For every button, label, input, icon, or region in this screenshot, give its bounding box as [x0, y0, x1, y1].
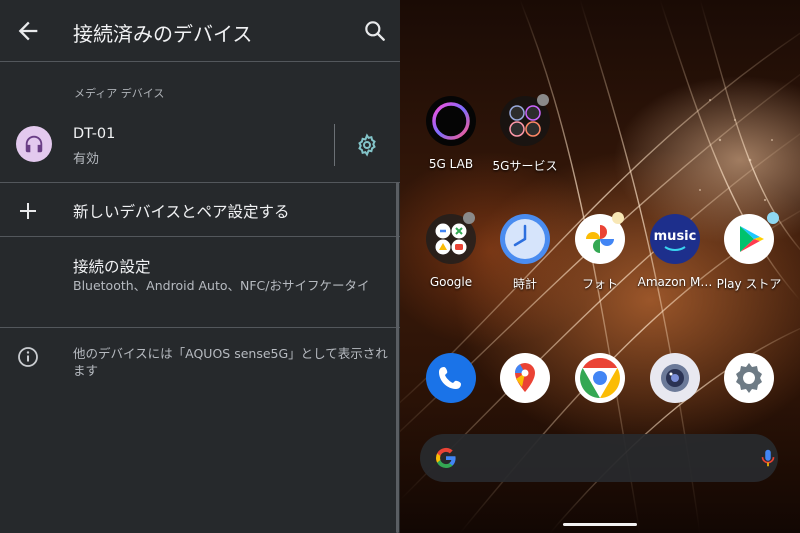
device-name: DT-01 [73, 126, 116, 142]
icon-text: music [653, 229, 697, 244]
back-arrow-icon[interactable] [14, 17, 42, 45]
dock-camera[interactable] [637, 353, 713, 403]
scrollbar[interactable] [396, 182, 399, 533]
camera-icon [650, 353, 700, 403]
search-icon[interactable] [362, 18, 388, 44]
app-clock[interactable]: 時計 [487, 214, 563, 292]
badge-dot [612, 212, 624, 224]
dock-maps[interactable] [487, 353, 563, 403]
divider [0, 61, 400, 62]
app-label: 5Gサービス [492, 159, 558, 173]
google-search-bar[interactable] [420, 434, 778, 482]
divider [0, 236, 400, 237]
folder-google[interactable]: Google [413, 212, 489, 289]
top-app-bar: 接続済みのデバイス [0, 0, 400, 62]
dock-settings[interactable] [711, 353, 787, 403]
app-label: 5G LAB [428, 157, 474, 171]
device-settings-gear-icon[interactable] [355, 133, 379, 157]
maps-icon [500, 353, 550, 403]
divider [0, 182, 400, 183]
dock-chrome[interactable] [562, 353, 638, 403]
device-visibility-info: 他のデバイスには「AQUOS sense5G」として表示されます [73, 346, 388, 378]
device-status: 有効 [73, 152, 100, 167]
app-label: Amazon M… [637, 275, 713, 289]
app-amazon-music[interactable]: music Amazon M… [637, 214, 713, 289]
folder-5g-services[interactable]: 5Gサービス [487, 94, 563, 174]
phone-icon [426, 353, 476, 403]
gesture-navigation-bar[interactable] [563, 523, 637, 526]
divider [0, 327, 400, 328]
page-title: 接続済みのデバイス [73, 22, 253, 46]
vertical-separator [334, 124, 335, 166]
microphone-icon[interactable] [757, 447, 779, 469]
app-label: Google [429, 275, 473, 289]
plus-icon [20, 203, 36, 219]
badge-dot [463, 212, 475, 224]
app-label: フォト [581, 277, 618, 291]
settings-panel: 接続済みのデバイス メディア デバイス DT-01 有効 新しいデバイスとペア設… [0, 0, 400, 533]
ring-icon [426, 96, 476, 146]
pair-new-device-label: 新しいデバイスとペア設定する [73, 203, 290, 221]
app-label: Play ストア [716, 277, 782, 291]
google-logo-icon [435, 447, 456, 469]
device-avatar [16, 126, 52, 162]
amazon-music-icon: music [650, 214, 700, 264]
chrome-icon [575, 353, 625, 403]
info-icon [18, 347, 38, 367]
home-screen: 5G LAB 5Gサービス Google 時計 フォト music Amazon… [400, 0, 800, 533]
section-header-media-devices: メディア デバイス [74, 87, 165, 100]
connection-preferences-title: 接続の設定 [73, 258, 151, 276]
badge-dot [767, 212, 779, 224]
clock-icon [500, 214, 550, 264]
badge-dot [537, 94, 549, 106]
app-label: 時計 [512, 277, 537, 291]
connection-preferences-subtitle: Bluetooth、Android Auto、NFC/おサイフケータイ [73, 278, 370, 293]
app-5g-lab[interactable]: 5G LAB [413, 96, 489, 171]
settings-gear-icon [724, 353, 774, 403]
app-play-store[interactable]: Play ストア [711, 212, 787, 292]
play-store-icon [724, 214, 774, 264]
app-photos[interactable]: フォト [562, 212, 638, 292]
dock-phone[interactable] [413, 353, 489, 403]
headphones-icon [25, 135, 43, 153]
